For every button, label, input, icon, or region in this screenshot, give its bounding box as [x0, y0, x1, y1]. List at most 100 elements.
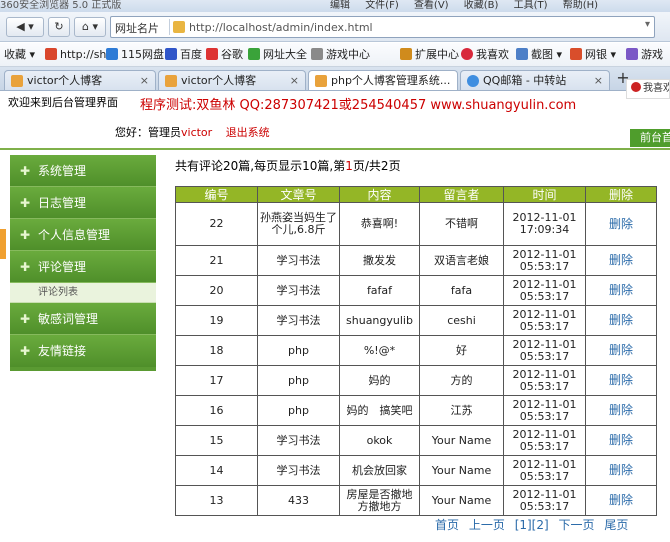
- delete-link[interactable]: 删除: [609, 343, 633, 357]
- menu-view[interactable]: 查看(V): [414, 0, 449, 11]
- menu-edit[interactable]: 编辑: [330, 0, 350, 11]
- delete-link[interactable]: 删除: [609, 217, 633, 231]
- tab-close-icon[interactable]: ×: [140, 71, 149, 90]
- delete-link[interactable]: 删除: [609, 253, 633, 267]
- cell-article: php: [257, 365, 340, 396]
- tab-close-icon[interactable]: ×: [290, 71, 299, 90]
- site-card-button[interactable]: 网址名片: [115, 20, 159, 36]
- tab-blog-2[interactable]: victor个人博客 ×: [158, 70, 306, 90]
- cell-delete: 删除: [585, 485, 657, 516]
- bookmark-google[interactable]: 谷歌: [206, 47, 243, 63]
- sidebar-item-sensitive-words[interactable]: ✚ 敏感词管理: [10, 303, 156, 335]
- delete-link[interactable]: 删除: [609, 493, 633, 507]
- tab-close-icon[interactable]: ×: [594, 71, 603, 90]
- tab-label: victor个人博客: [181, 74, 257, 87]
- page-number-links[interactable]: [1][2]: [515, 518, 549, 532]
- bookmark-hao[interactable]: 网址大全: [248, 47, 307, 63]
- cell-delete: 删除: [585, 365, 657, 396]
- cell-author: 方的: [419, 365, 504, 396]
- refresh-button[interactable]: ↻: [48, 17, 70, 37]
- delete-link[interactable]: 删除: [609, 283, 633, 297]
- sidebar-item-comments[interactable]: ✚ 评论管理: [10, 251, 156, 283]
- tab-blog-1[interactable]: victor个人博客 ×: [4, 70, 156, 90]
- menu-help[interactable]: 帮助(H): [563, 0, 598, 11]
- cell-content: %!@*: [339, 335, 420, 366]
- home-button[interactable]: ⌂ ▾: [74, 17, 106, 37]
- bookmark-extensions[interactable]: 扩展中心: [400, 47, 459, 63]
- cell-id: 17: [175, 365, 258, 396]
- cell-content: 恭喜啊!: [339, 202, 420, 246]
- bookmark-like[interactable]: 我喜欢: [461, 47, 509, 63]
- front-page-link[interactable]: 前台首页: [630, 129, 670, 147]
- cell-id: 13: [175, 485, 258, 516]
- sidebar-item-profile[interactable]: ✚ 个人信息管理: [10, 219, 156, 251]
- sidebar-subitem-comment-list[interactable]: 评论列表: [10, 283, 156, 303]
- browser-nav-bar: ◀ ▾ ↻ ⌂ ▾ 网址名片 ▾: [0, 12, 670, 42]
- column-header-id: 编号: [175, 186, 258, 203]
- delete-link[interactable]: 删除: [609, 313, 633, 327]
- header-divider: [0, 148, 670, 150]
- cell-time: 2012-11-01 05:53:17: [503, 245, 586, 276]
- table-row: 19 学习书法 shuangyulib ceshi 2012-11-01 05:…: [175, 305, 657, 336]
- cell-article: 433: [257, 485, 340, 516]
- pagination: 首页 上一页 [1][2] 下一页 尾页: [435, 516, 634, 533]
- menu-file[interactable]: 文件(F): [365, 0, 399, 11]
- tab-admin[interactable]: php个人博客管理系统...: [308, 70, 458, 90]
- cell-delete: 删除: [585, 395, 657, 426]
- bookmark-115[interactable]: 115网盘: [106, 47, 164, 63]
- address-bar[interactable]: 网址名片 ▾: [110, 16, 655, 38]
- cell-time: 2012-11-01 05:53:17: [503, 275, 586, 306]
- logout-link[interactable]: 退出系统: [226, 126, 270, 139]
- bookmark-games[interactable]: 游戏中心: [311, 47, 370, 63]
- cell-author: 江苏: [419, 395, 504, 426]
- sidebar-item-logs[interactable]: ✚ 日志管理: [10, 187, 156, 219]
- cell-article: php: [257, 395, 340, 426]
- menu-favorites[interactable]: 收藏(B): [464, 0, 499, 11]
- sidebar-item-system[interactable]: ✚ 系统管理: [10, 155, 156, 187]
- tab-favicon-icon: [11, 75, 23, 87]
- bookmark-baidu[interactable]: 百度: [165, 47, 202, 63]
- bookmark-favicon-icon: [165, 48, 177, 60]
- cell-delete: 删除: [585, 202, 657, 246]
- current-page: 1: [345, 159, 353, 173]
- prev-page-link[interactable]: 上一页: [469, 518, 505, 532]
- delete-link[interactable]: 删除: [609, 433, 633, 447]
- bookmark-sh[interactable]: http://sh: [45, 47, 106, 63]
- bookmark-favicon-icon: [45, 48, 57, 60]
- url-input[interactable]: [189, 19, 639, 36]
- sidebar-item-links[interactable]: ✚ 友情链接: [10, 335, 156, 367]
- delete-link[interactable]: 删除: [609, 463, 633, 477]
- cell-author: fafa: [419, 275, 504, 306]
- delete-link[interactable]: 删除: [609, 403, 633, 417]
- cell-time: 2012-11-01 05:53:17: [503, 395, 586, 426]
- plus-icon: ✚: [20, 260, 31, 274]
- delete-link[interactable]: 删除: [609, 373, 633, 387]
- bookmark-screenshot[interactable]: 截图 ▾: [516, 47, 562, 63]
- cell-article: 学习书法: [257, 245, 340, 276]
- menu-tools[interactable]: 工具(T): [514, 0, 548, 11]
- bookmark-favorites[interactable]: 收藏 ▾: [4, 47, 35, 63]
- like-badge[interactable]: 我喜欢: [626, 79, 670, 99]
- user-greeting: 您好：管理员victor 退出系统: [115, 124, 270, 140]
- bookmark-games2[interactable]: 游戏: [626, 47, 663, 63]
- scissors-icon: [516, 48, 528, 60]
- cell-author: 双语言老娘: [419, 245, 504, 276]
- table-row: 16 php 妈的 搞笑吧 江苏 2012-11-01 05:53:17 删除: [175, 395, 657, 426]
- cell-time: 2012-11-01 05:53:17: [503, 365, 586, 396]
- cell-id: 20: [175, 275, 258, 306]
- column-header-delete: 删除: [585, 186, 657, 203]
- last-page-link[interactable]: 尾页: [604, 518, 628, 532]
- first-page-link[interactable]: 首页: [435, 518, 459, 532]
- next-page-link[interactable]: 下一页: [559, 518, 595, 532]
- tab-qqmail[interactable]: QQ邮箱 - 中转站 ×: [460, 70, 610, 90]
- cell-time: 2012-11-01 05:53:17: [503, 305, 586, 336]
- bookmark-bank[interactable]: 网银 ▾: [570, 47, 616, 63]
- cell-time: 2012-11-01 05:53:17: [503, 335, 586, 366]
- table-row: 17 php 妈的 方的 2012-11-01 05:53:17 删除: [175, 365, 657, 396]
- back-button[interactable]: ◀ ▾: [6, 17, 44, 37]
- address-dropdown-icon[interactable]: ▾: [645, 19, 650, 30]
- plus-icon: ✚: [20, 312, 31, 326]
- cell-article: 学习书法: [257, 305, 340, 336]
- browser-tab-strip: victor个人博客 × victor个人博客 × php个人博客管理系统...…: [0, 67, 670, 91]
- bookmark-favicon-icon: [106, 48, 118, 60]
